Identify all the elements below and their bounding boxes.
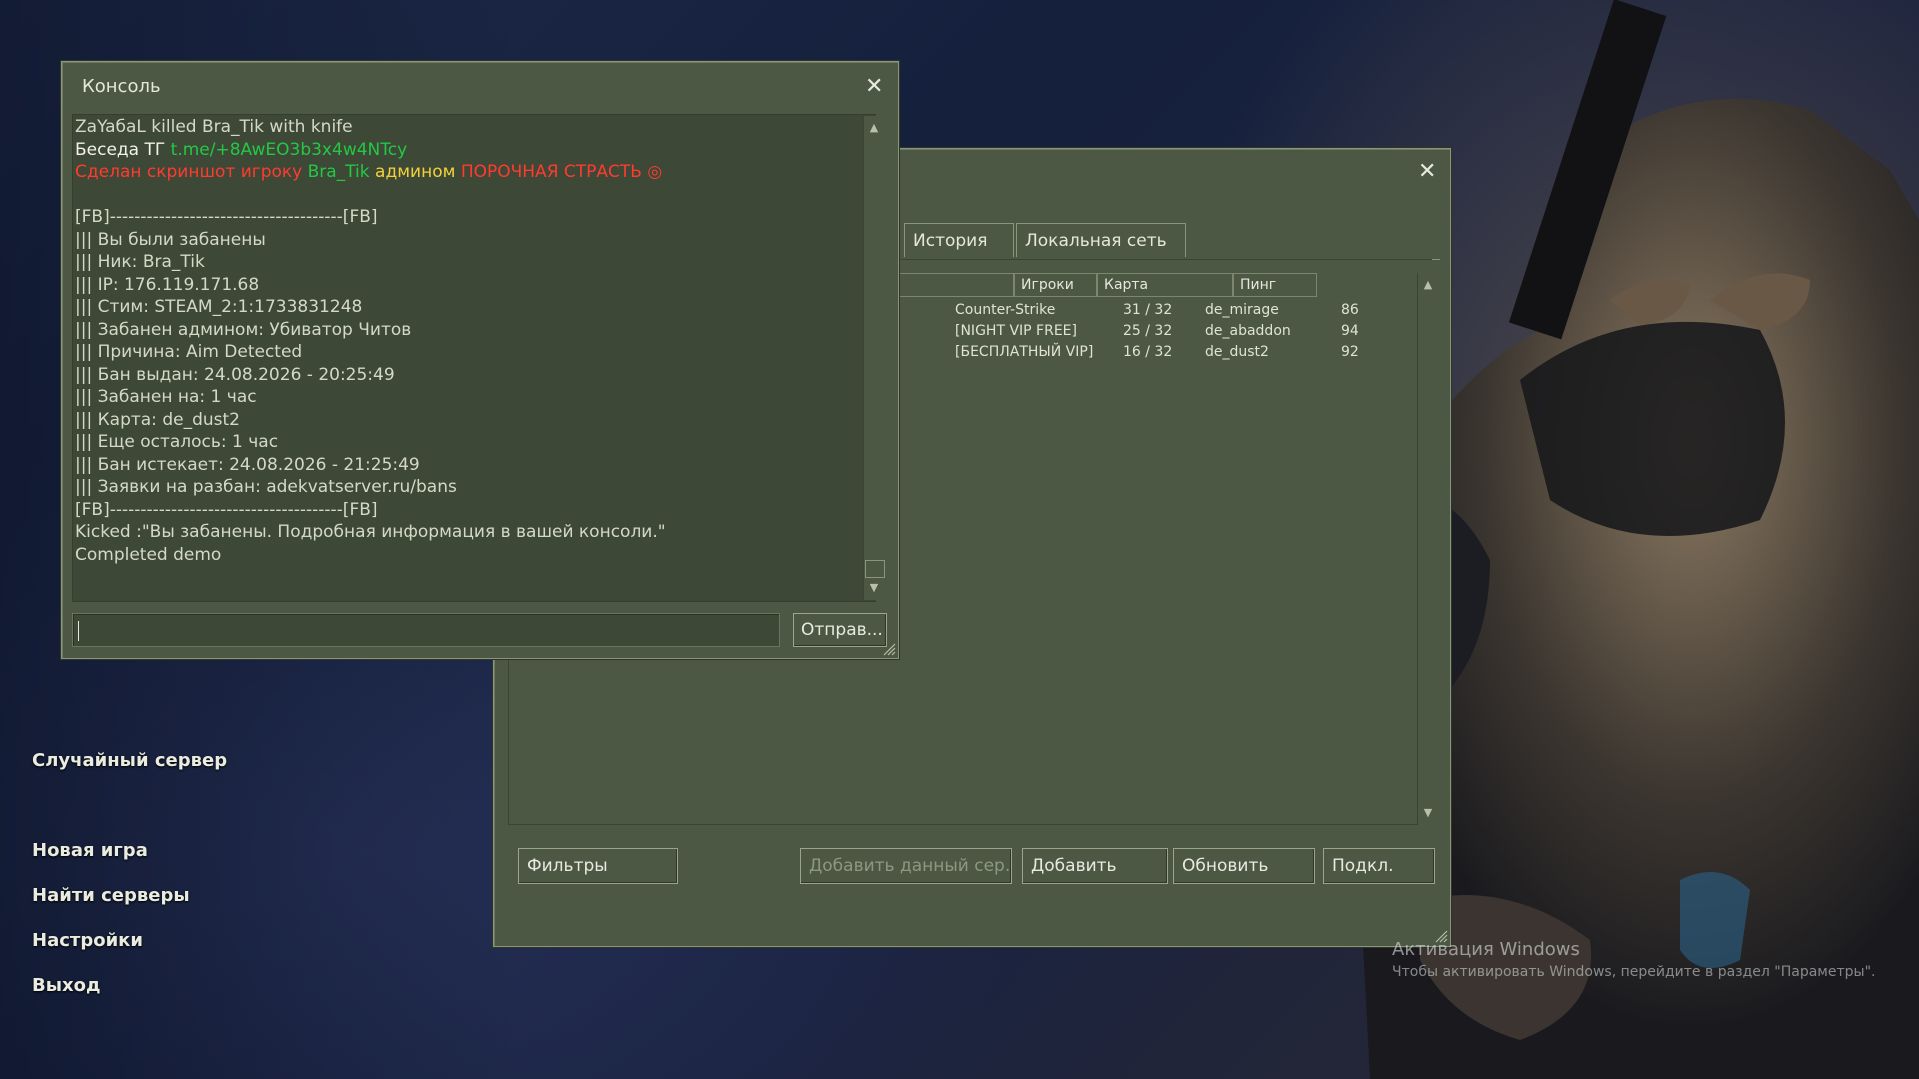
console-text-segment: ||| Забанен админом: Убиватор Читов [75,319,412,340]
scroll-thumb[interactable] [865,560,885,578]
console-line: ||| Ник: Bra_Tik [75,251,845,274]
console-line: Completed demo [75,544,845,567]
console-text-segment: [FB]------------------------------------… [75,207,378,227]
console-text-segment: ||| Заявки на разбан: adekvatserver.ru/b… [75,477,457,497]
console-line: ||| Бан выдан: 24.08.2026 - 20:25:49 [75,364,845,387]
filters-button[interactable]: Фильтры [518,848,678,884]
console-text-segment: ||| Причина: Aim Detected [75,342,303,362]
console-line: ZaYaбaL killed Bra_Tik with knife [75,116,845,139]
console-text-segment: админом [369,162,461,182]
console-text-segment: ||| Стим: STEAM_2:1:1733831248 [75,297,363,317]
console-text-segment: ||| Бан истекает: 24.08.2026 - 21:25:49 [75,454,420,475]
console-text-segment: Беседа ТГ [75,139,171,160]
console-text-segment: ||| Карта: de_dust2 [75,409,240,430]
console-text-segment: t.me/+8AwEO3b3x4w4NTcy [170,139,408,160]
console-title: Консоль [82,76,161,97]
console-text-segment: Сделан скриншот игроку [75,162,308,182]
console-text-segment: ПОРОЧНАЯ СТРАСТЬ ◎ [460,162,663,182]
tab-history[interactable]: История [904,223,1014,257]
server-map: de_dust2 [1205,344,1269,360]
console-line: ||| Еще осталось: 1 час [75,431,845,454]
server-ping: 92 [1341,344,1359,360]
connect-button[interactable]: Подкл. [1323,848,1435,884]
console-text-segment: ||| Вы были забанены [75,229,266,250]
menu-exit[interactable]: Выход [32,975,101,996]
console-line: [FB]------------------------------------… [75,499,845,522]
console-text-segment: Completed demo [75,544,222,565]
server-game: Counter-Strike [955,302,1056,318]
console-line: ||| Карта: de_dust2 [75,409,845,432]
console-text-segment: ||| Забанен на: 1 час [75,387,257,407]
console-line: ||| IP: 176.119.171.68 [75,274,845,297]
console-text-segment: ZaYaбaL killed Bra_Tik with knife [75,117,353,137]
scroll-up-icon[interactable]: ▲ [864,118,884,138]
console-line: Kicked :"Вы забанены. Подробная информац… [75,521,845,544]
text-caret [78,621,79,641]
server-game: [NIGHT VIP FREE] [955,323,1077,339]
console-line: [FB]------------------------------------… [75,206,845,229]
close-icon[interactable]: ✕ [1418,161,1436,183]
server-players: 25 / 32 [1123,323,1173,339]
console-line: ||| Бан истекает: 24.08.2026 - 21:25:49 [75,454,845,477]
server-ping: 94 [1341,323,1359,339]
console-line: Беседа ТГ t.me/+8AwEO3b3x4w4NTcy [75,139,845,162]
column-players[interactable]: Игроки [1014,273,1097,297]
server-map: de_mirage [1205,302,1279,318]
server-map: de_abaddon [1205,323,1291,339]
console-line: ||| Причина: Aim Detected [75,341,845,364]
send-button[interactable]: Отправ... [793,613,887,647]
server-list-scrollbar[interactable]: ▲ ▼ [1417,273,1439,825]
console-line: ||| Стим: STEAM_2:1:1733831248 [75,296,845,319]
add-current-server-button[interactable]: Добавить данный сер... [800,848,1012,884]
menu-settings[interactable]: Настройки [32,930,143,951]
add-button[interactable]: Добавить [1022,848,1168,884]
server-ping: 86 [1341,302,1359,318]
resize-grip-icon[interactable] [882,642,896,656]
console-text-segment: Bra_Tik [307,162,370,182]
menu-new-game[interactable]: Новая игра [32,840,148,861]
column-ping[interactable]: Пинг [1233,273,1317,297]
server-game: [БЕСПЛАТНЫЙ VIP] [955,344,1094,360]
console-line: ||| Забанен админом: Убиватор Читов [75,319,845,342]
console-text-segment: Kicked :"Вы забанены. Подробная информац… [75,522,666,542]
scroll-up-icon[interactable]: ▲ [1418,275,1438,295]
console-window: Консоль ✕ ZaYaбaL killed Bra_Tik with kn… [61,61,899,659]
server-players: 31 / 32 [1123,302,1173,318]
console-text-segment: ||| Ник: Bra_Tik [75,252,205,272]
activation-watermark-subtitle: Чтобы активировать Windows, перейдите в … [1392,964,1876,980]
scroll-down-icon[interactable]: ▼ [1418,803,1438,823]
console-text-segment: ||| Бан выдан: 24.08.2026 - 20:25:49 [75,364,395,385]
console-command-input[interactable] [72,613,780,647]
console-line: ||| Забанен на: 1 час [75,386,845,409]
column-map[interactable]: Карта [1097,273,1233,297]
tab-lan[interactable]: Локальная сеть [1016,223,1186,257]
console-text-segment: ||| IP: 176.119.171.68 [75,274,260,295]
close-icon[interactable]: ✕ [865,76,883,98]
console-text-segment: [FB]------------------------------------… [75,499,378,520]
refresh-button[interactable]: Обновить [1173,848,1315,884]
console-log: ZaYaбaL killed Bra_Tik with knife Беседа … [75,116,845,566]
console-line: ||| Вы были забанены [75,229,845,252]
server-players: 16 / 32 [1123,344,1173,360]
menu-random-server[interactable]: Случайный сервер [32,750,227,771]
scroll-down-icon[interactable]: ▼ [864,578,884,598]
console-scrollbar[interactable]: ▲ ▼ [863,116,885,600]
activation-watermark-title: Активация Windows [1392,939,1580,960]
menu-find-servers[interactable]: Найти серверы [32,885,190,906]
console-line: Сделан скриншот игроку Bra_Tik админом П… [75,161,845,184]
console-text-segment: ||| Еще осталось: 1 час [75,432,279,452]
console-line: ||| Заявки на разбан: adekvatserver.ru/b… [75,476,845,499]
